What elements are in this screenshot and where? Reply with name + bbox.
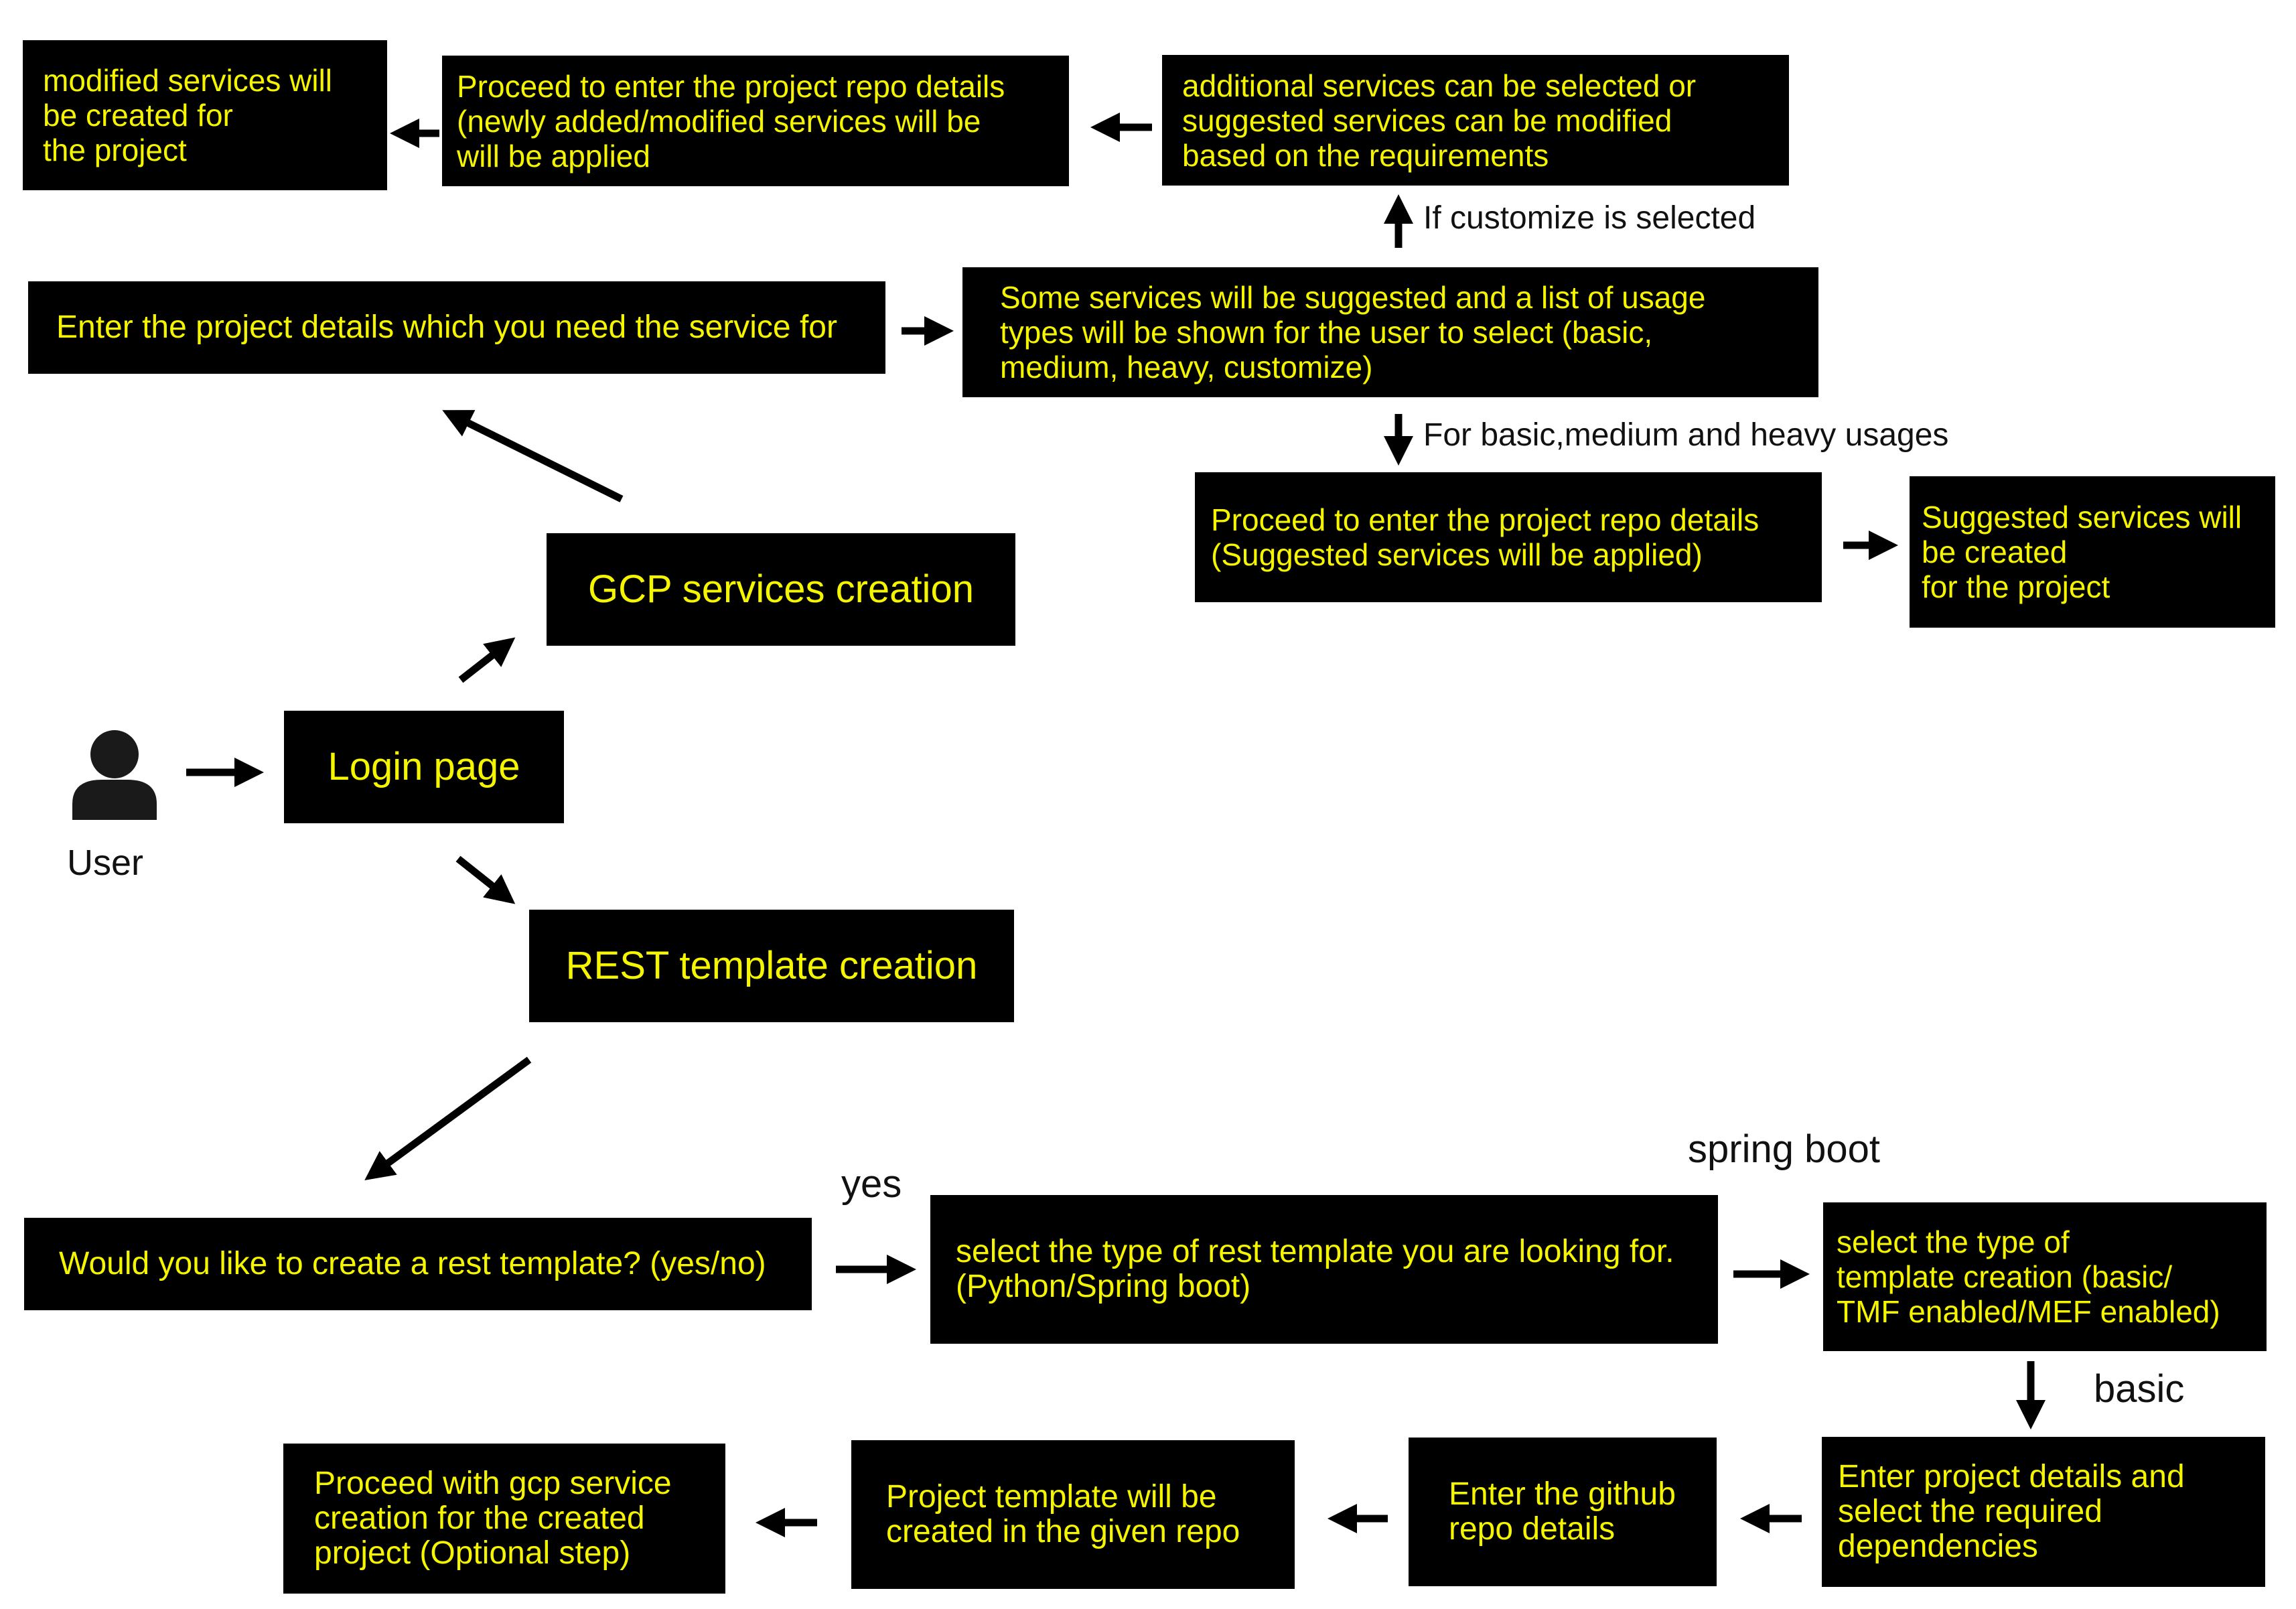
project-details-box: Enter the project details which you need… [28, 281, 885, 374]
suggested-services-created-box: Suggested services will be created for t… [1910, 476, 2275, 628]
modified-services-created-box: modified services will be created for th… [23, 40, 387, 190]
arrow-login-to-gcp [458, 637, 516, 683]
rest-template-creation-box: REST template creation [529, 910, 1014, 1022]
arrow-gcp-to-project-details [442, 410, 624, 502]
yes-label: yes [841, 1162, 902, 1206]
select-rest-template-type-box: select the type of rest template you are… [930, 1195, 1718, 1344]
project-template-created-box: Project template will be created in the … [851, 1440, 1295, 1589]
user-label: User [67, 843, 144, 883]
spring-boot-label: spring boot [1688, 1127, 1880, 1171]
enter-project-details-box: Enter project details and select the req… [1822, 1437, 2265, 1587]
login-page-box: Login page [284, 711, 564, 823]
template-creation-type-box: select the type of template creation (ba… [1823, 1202, 2267, 1351]
customize-label: If customize is selected [1423, 200, 1756, 236]
rest-template-question-box: Would you like to create a rest template… [24, 1218, 812, 1310]
proceed-gcp-service-creation-box: Proceed with gcp service creation for th… [283, 1444, 725, 1594]
proceed-suggested-box: Proceed to enter the project repo detail… [1195, 472, 1822, 602]
arrow-rest-to-question [364, 1056, 532, 1180]
additional-services-box: additional services can be selected or s… [1162, 55, 1789, 186]
basic-label: basic [2094, 1367, 2185, 1411]
gcp-services-creation-box: GCP services creation [547, 533, 1015, 646]
user-icon [72, 730, 157, 820]
github-repo-details-box: Enter the github repo details [1409, 1438, 1717, 1586]
suggested-services-list-box: Some services will be suggested and a li… [962, 267, 1818, 397]
proceed-modified-box: Proceed to enter the project repo detail… [442, 56, 1069, 186]
basic-medium-heavy-label: For basic,medium and heavy usages [1423, 417, 1949, 453]
arrow-login-to-rest [455, 855, 516, 904]
